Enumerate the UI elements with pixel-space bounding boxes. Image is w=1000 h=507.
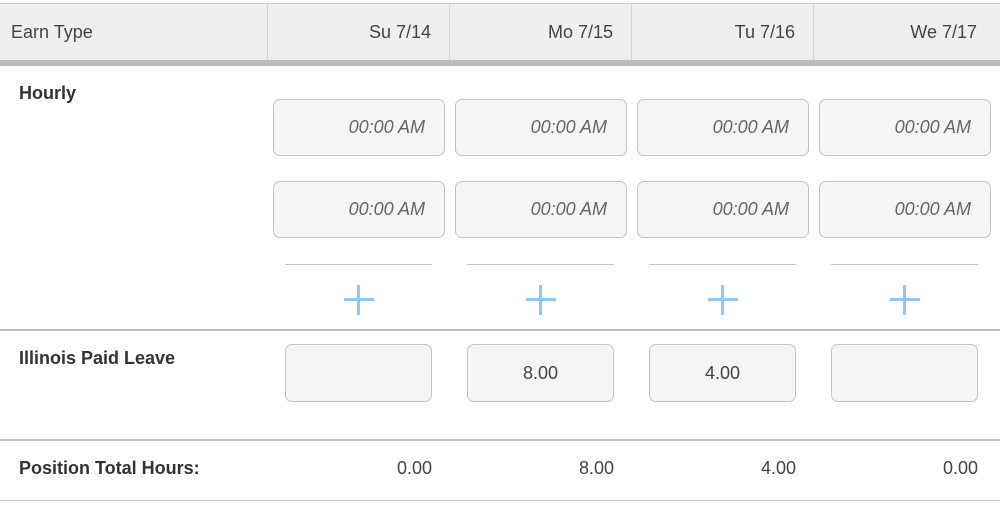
time-out-input-mo[interactable]: 00:00 AM [455, 181, 627, 238]
plus-icon[interactable] [890, 285, 920, 315]
earn-type-illinois-paid-leave: Illinois Paid Leave [19, 348, 176, 368]
total-hours-we: 0.00 [942, 458, 978, 478]
leave-hours-input-tu[interactable]: 4.00 [649, 344, 796, 402]
leave-hours-input-su[interactable] [285, 344, 432, 402]
time-out-input-tu[interactable]: 00:00 AM [637, 181, 809, 238]
plus-icon[interactable] [344, 285, 374, 315]
divider [467, 264, 614, 265]
time-out-input-su[interactable]: 00:00 AM [273, 181, 445, 238]
total-hours-su: 0.00 [396, 458, 432, 478]
table-header: Earn Type Su 7/14 Mo 7/15 Tu 7/16 We 7/1… [0, 3, 1000, 60]
header-day-we: We 7/17 [813, 4, 995, 60]
leave-hours-input-mo[interactable]: 8.00 [467, 344, 614, 402]
total-hours-mo: 8.00 [578, 458, 614, 478]
row-divider [0, 500, 1000, 501]
total-hours-tu: 4.00 [760, 458, 796, 478]
header-earn-type: Earn Type [11, 22, 93, 42]
divider [831, 264, 978, 265]
plus-icon[interactable] [526, 285, 556, 315]
time-in-input-tu[interactable]: 00:00 AM [637, 99, 809, 156]
divider [285, 264, 432, 265]
header-day-su: Su 7/14 [267, 4, 449, 60]
row-divider [0, 439, 1000, 441]
header-divider [0, 60, 1000, 66]
header-day-mo: Mo 7/15 [449, 4, 631, 60]
divider [649, 264, 796, 265]
leave-hours-input-we[interactable] [831, 344, 978, 402]
time-out-input-we[interactable]: 00:00 AM [819, 181, 991, 238]
time-in-input-we[interactable]: 00:00 AM [819, 99, 991, 156]
plus-icon[interactable] [708, 285, 738, 315]
row-divider [0, 329, 1000, 331]
header-day-tu: Tu 7/16 [631, 4, 813, 60]
time-in-input-mo[interactable]: 00:00 AM [455, 99, 627, 156]
time-in-input-su[interactable]: 00:00 AM [273, 99, 445, 156]
position-total-hours-label: Position Total Hours: [19, 458, 200, 478]
earn-type-hourly: Hourly [19, 83, 77, 103]
